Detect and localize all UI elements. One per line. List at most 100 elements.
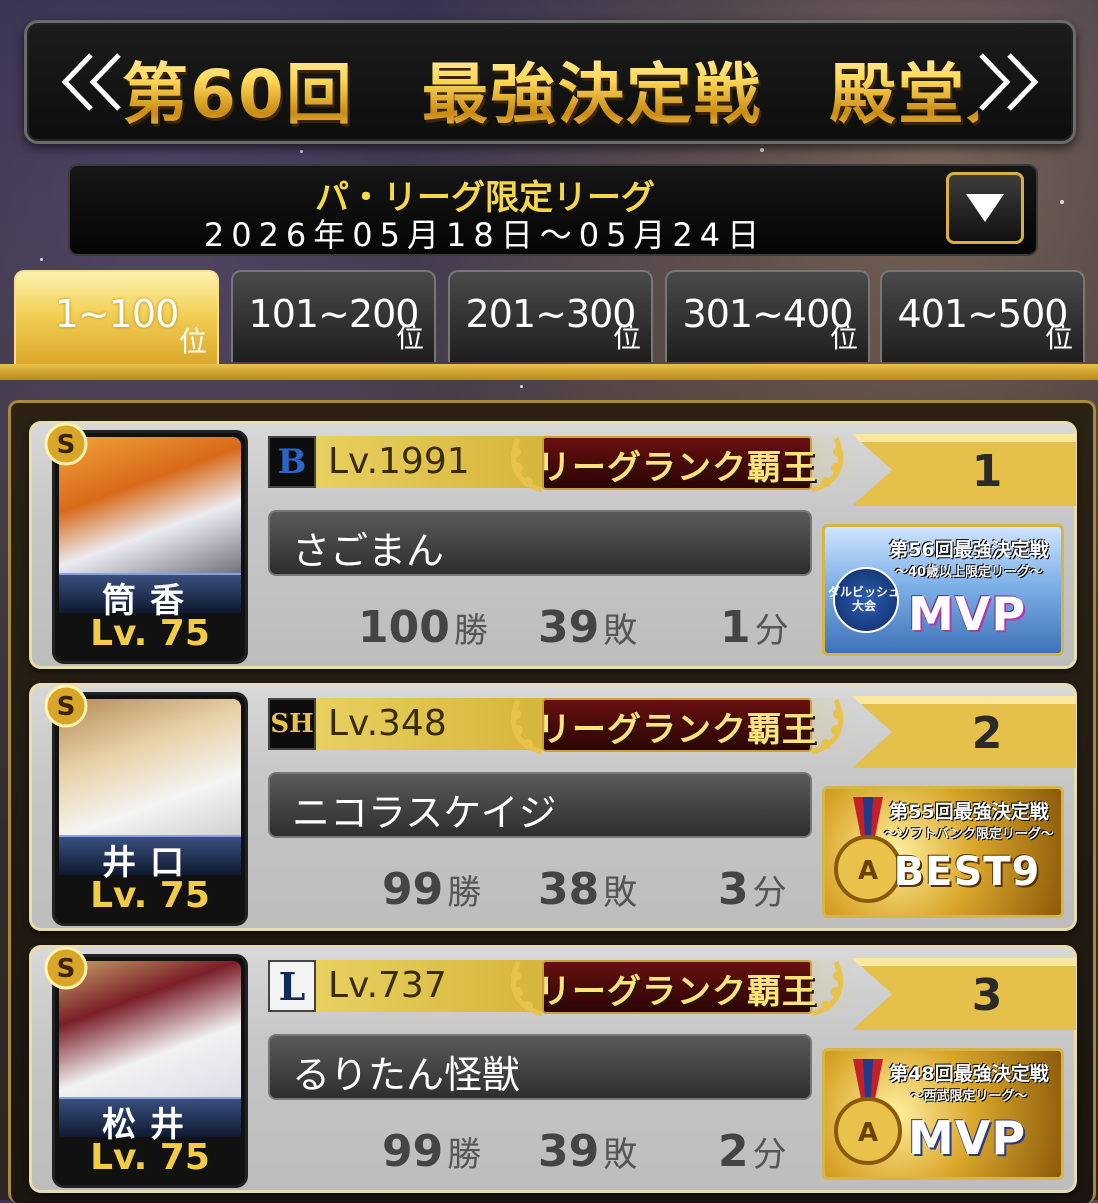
svg-text:A: A bbox=[858, 856, 878, 886]
tab-suffix: 位 bbox=[178, 325, 207, 358]
award-badge[interactable]: ダルビッシュ大会 第56回最強決定戦 〜40歳以上限定リーグ〜 MVP bbox=[822, 524, 1064, 656]
svg-text:A: A bbox=[858, 1118, 878, 1148]
losses-value: 39 bbox=[538, 1126, 600, 1177]
user-name: るりたん怪獣 bbox=[292, 1053, 521, 1097]
team-logo-icon: L bbox=[268, 960, 316, 1012]
award-subtitle: 〜ソフトバンク限定リーグ〜 bbox=[884, 827, 1054, 842]
tab-1-100[interactable]: 1~100 位 bbox=[14, 270, 219, 366]
user-name-field: さごまん bbox=[268, 510, 812, 576]
next-button[interactable] bbox=[973, 51, 1043, 113]
draws-unit: 分 bbox=[752, 1135, 787, 1175]
league-selector[interactable]: パ・リーグ限定リーグ 2026年05月18日〜05月24日 bbox=[68, 164, 1038, 256]
losses: 39 敗 bbox=[538, 1124, 637, 1180]
user-level: Lv.737 bbox=[328, 965, 447, 1006]
draws-unit: 分 bbox=[752, 873, 787, 913]
laurel-right-icon bbox=[811, 699, 843, 755]
tab-suffix: 位 bbox=[612, 321, 641, 354]
laurel-right-icon bbox=[811, 961, 843, 1017]
tab-201-300[interactable]: 201~300 位 bbox=[448, 270, 653, 362]
wins-value: 99 bbox=[382, 864, 444, 915]
losses: 39 敗 bbox=[538, 600, 637, 656]
award-badge[interactable]: A 第48回最強決定戦 〜西武限定リーグ〜 MVP bbox=[822, 1048, 1064, 1180]
rank-number: 1 bbox=[971, 446, 1003, 497]
triangle-down-icon bbox=[966, 194, 1004, 222]
user-name-field: るりたん怪獣 bbox=[268, 1034, 812, 1100]
title-text: リーグランク覇王 bbox=[537, 710, 817, 750]
user-name: さごまん bbox=[292, 529, 445, 573]
award-main: MVP bbox=[907, 1111, 1027, 1165]
award-subtitle: 〜西武限定リーグ〜 bbox=[910, 1089, 1028, 1104]
team-logo-text: L bbox=[278, 963, 306, 1009]
losses-value: 39 bbox=[538, 602, 600, 653]
wins: 99 勝 bbox=[382, 862, 481, 918]
rarity-s-icon: S bbox=[44, 422, 88, 466]
laurel-right-icon bbox=[811, 437, 843, 493]
svg-text:S: S bbox=[57, 692, 76, 722]
award-title: 第48回最強決定戦 bbox=[889, 1063, 1049, 1085]
wins: 100 勝 bbox=[358, 600, 488, 656]
draws-value: 1 bbox=[720, 602, 751, 653]
draws-value: 3 bbox=[718, 864, 749, 915]
ranking-row[interactable]: 筒香 Lv. 75 S B Lv.1991 リーグランク覇王 1 さごまん 10… bbox=[29, 421, 1077, 669]
rank-range-tabs: 1~100 位 101~200 位 201~300 位 301~400 位 40… bbox=[14, 270, 1086, 366]
team-logo-text: SH bbox=[270, 709, 314, 739]
tab-301-400[interactable]: 301~400 位 bbox=[665, 270, 870, 362]
title-badge: リーグランク覇王 bbox=[502, 954, 852, 1020]
title-badge: リーグランク覇王 bbox=[502, 692, 852, 758]
user-level: Lv.348 bbox=[328, 703, 447, 744]
prev-button[interactable] bbox=[57, 51, 127, 113]
wins: 99 勝 bbox=[382, 1124, 481, 1180]
user-name: ニコラスケイジ bbox=[292, 791, 557, 835]
award-title: 第55回最強決定戦 bbox=[889, 801, 1049, 823]
league-dropdown-button[interactable] bbox=[946, 172, 1024, 244]
ranking-row[interactable]: 松井 Lv. 75 S L Lv.737 リーグランク覇王 3 るりたん怪獣 9… bbox=[29, 945, 1077, 1193]
title-badge: リーグランク覇王 bbox=[502, 430, 852, 496]
wins-value: 100 bbox=[358, 602, 450, 653]
draws-unit: 分 bbox=[754, 611, 789, 651]
draws: 3分 bbox=[718, 862, 787, 918]
team-logo-text: B bbox=[277, 442, 307, 482]
tabs-underline bbox=[0, 364, 1098, 380]
wins-unit: 勝 bbox=[453, 611, 488, 651]
player-level: Lv. 75 bbox=[90, 875, 210, 916]
title-text: リーグランク覇王 bbox=[537, 972, 817, 1012]
rarity-s-icon: S bbox=[44, 684, 88, 728]
user-name-field: ニコラスケイジ bbox=[268, 772, 812, 838]
page-title: 第60回 最強決定戦 殿堂入り bbox=[122, 41, 1098, 137]
losses-unit: 敗 bbox=[603, 1135, 638, 1175]
wins-value: 99 bbox=[382, 1126, 444, 1177]
tab-suffix: 位 bbox=[1044, 321, 1073, 354]
double-chevron-left-icon bbox=[61, 53, 121, 111]
sparkle bbox=[520, 385, 523, 388]
player-level: Lv. 75 bbox=[90, 613, 210, 654]
draws-value: 2 bbox=[718, 1126, 749, 1177]
title-text: リーグランク覇王 bbox=[537, 448, 817, 488]
ranking-list: 筒香 Lv. 75 S B Lv.1991 リーグランク覇王 1 さごまん 10… bbox=[8, 400, 1096, 1203]
award-main: BEST9 bbox=[893, 849, 1041, 895]
sparkle bbox=[760, 148, 764, 152]
wins-unit: 勝 bbox=[447, 1135, 482, 1175]
sparkle bbox=[40, 258, 43, 261]
rarity-s-icon: S bbox=[44, 946, 88, 990]
losses: 38 敗 bbox=[538, 862, 637, 918]
sparkle bbox=[1060, 200, 1064, 204]
league-dates: 2026年05月18日〜05月24日 bbox=[203, 216, 767, 254]
team-logo-icon: B bbox=[268, 436, 316, 488]
rank-number: 3 bbox=[971, 970, 1003, 1021]
tab-101-200[interactable]: 101~200 位 bbox=[231, 270, 436, 362]
tab-401-500[interactable]: 401~500 位 bbox=[880, 270, 1085, 362]
rank-number: 2 bbox=[971, 708, 1003, 759]
award-main: MVP bbox=[907, 587, 1027, 641]
svg-text:S: S bbox=[57, 954, 76, 984]
user-level: Lv.1991 bbox=[328, 441, 470, 482]
tab-suffix: 位 bbox=[829, 321, 858, 354]
svg-text:S: S bbox=[57, 430, 76, 460]
award-title: 第56回最強決定戦 bbox=[889, 539, 1049, 561]
ranking-row[interactable]: 井口 Lv. 75 S SH Lv.348 リーグランク覇王 2 ニコラスケイジ… bbox=[29, 683, 1077, 931]
award-badge[interactable]: A 第55回最強決定戦 〜ソフトバンク限定リーグ〜 BEST9 bbox=[822, 786, 1064, 918]
wins-unit: 勝 bbox=[447, 873, 482, 913]
double-chevron-right-icon bbox=[979, 53, 1039, 111]
losses-unit: 敗 bbox=[603, 611, 638, 651]
draws: 2分 bbox=[718, 1124, 787, 1180]
team-logo-icon: SH bbox=[268, 698, 316, 750]
